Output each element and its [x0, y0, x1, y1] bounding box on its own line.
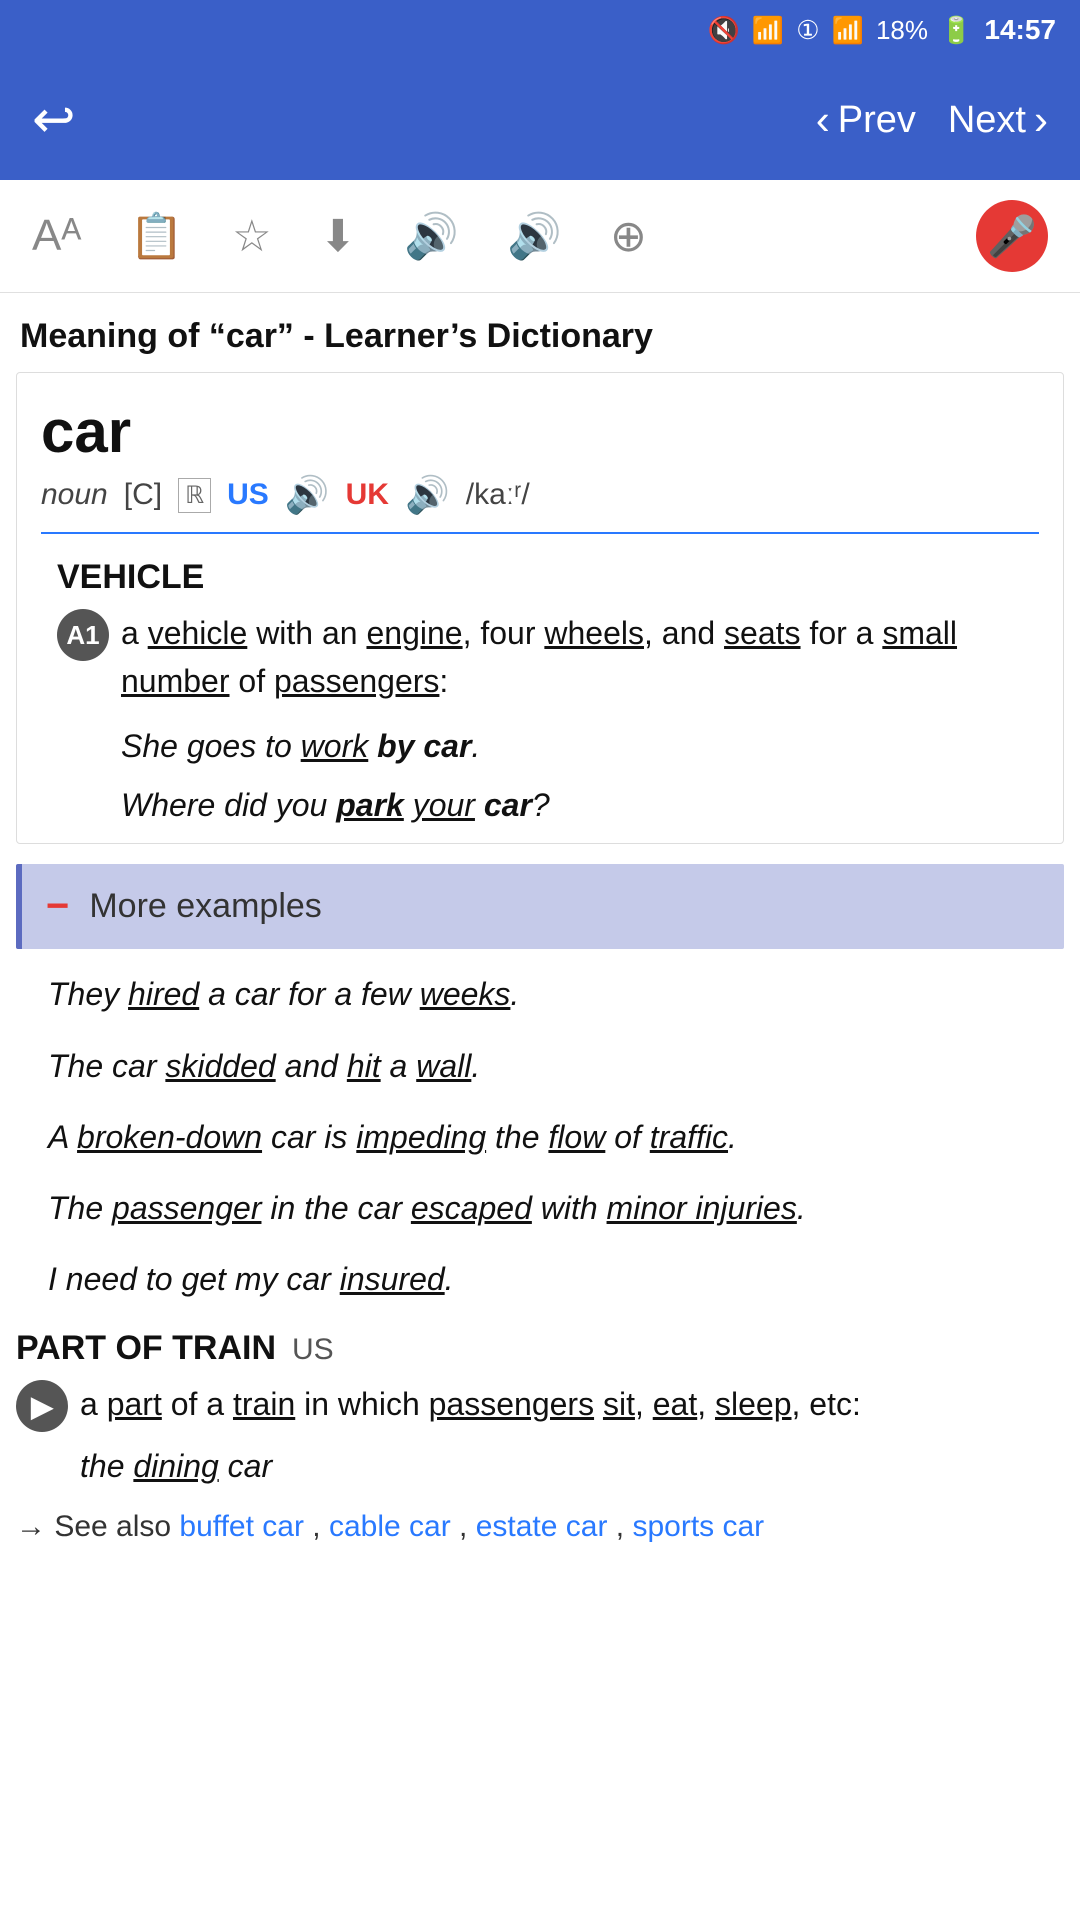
toolbar: Aᴬ 📋 ☆ ⬇ 🔊 🔊 ⊕ 🎤 — [0, 180, 1080, 293]
entry-divider — [41, 532, 1039, 534]
sound-uk-icon[interactable]: 🔊 — [507, 210, 562, 262]
see-also-estate-car[interactable]: estate car — [476, 1510, 608, 1543]
pos-countable: [C] — [124, 478, 162, 512]
prev-next-nav: ‹ Prev Next › — [816, 96, 1048, 144]
prev-label: Prev — [838, 99, 916, 142]
next-label: Next — [948, 99, 1026, 142]
entry-word: car — [41, 397, 1039, 466]
train-def-row: ▶ a part of a train in which passengers … — [16, 1380, 1064, 1432]
more-example-4: The passenger in the car escaped with mi… — [48, 1183, 1064, 1234]
font-size-icon[interactable]: Aᴬ — [32, 211, 81, 261]
uk-label: UK — [346, 478, 389, 512]
download-icon[interactable]: ⬇ — [320, 211, 357, 262]
more-examples-list: They hired a car for a few weeks. The ca… — [48, 969, 1064, 1305]
sound-us-icon[interactable]: 🔊 — [404, 210, 459, 262]
level-badge-arrow: ▶ — [16, 1380, 68, 1432]
prev-button[interactable]: ‹ Prev — [816, 96, 916, 144]
more-example-5: I need to get my car insured. — [48, 1254, 1064, 1305]
status-icons: 🔇 📶 ① 📶 18% 🔋 14:57 — [708, 14, 1056, 46]
bookmark-icon[interactable]: ☆ — [232, 211, 271, 262]
see-also-arrow: → — [16, 1510, 46, 1543]
entry-box: car noun [C] ℝ US 🔊 UK 🔊 /kaːʳ/ VEHICLE … — [16, 372, 1064, 844]
copy-icon[interactable]: 📋 — [129, 210, 184, 262]
next-button[interactable]: Next › — [948, 96, 1048, 144]
more-examples-bar[interactable]: − More examples — [16, 864, 1064, 949]
wifi-icon: 📶 — [752, 15, 784, 46]
example-2: Where did you park your car? — [121, 780, 1023, 831]
see-also-buffet-car[interactable]: buffet car — [179, 1510, 304, 1543]
vehicle-definition: a vehicle with an engine, four wheels, a… — [121, 609, 1023, 705]
pos-text: noun — [41, 478, 108, 512]
train-definition: a part of a train in which passengers si… — [80, 1380, 861, 1428]
back-button[interactable]: ↩ — [32, 90, 76, 150]
more-example-2: The car skidded and hit a wall. — [48, 1041, 1064, 1092]
level-badge-a1: A1 — [57, 609, 109, 661]
mic-icon: 🎤 — [987, 213, 1037, 260]
status-time: 14:57 — [984, 14, 1056, 46]
train-definition-block: ▶ a part of a train in which passengers … — [0, 1380, 1080, 1432]
more-example-3: A broken-down car is impeding the flow o… — [48, 1112, 1064, 1163]
section-train-label: PART OF TRAIN — [16, 1329, 276, 1368]
nav-bar: ↩ ‹ Prev Next › — [0, 60, 1080, 180]
see-also-sports-car[interactable]: sports car — [632, 1510, 764, 1543]
mute-icon: 🔇 — [708, 15, 740, 46]
chevron-left-icon: ‹ — [816, 96, 830, 144]
phonetic: /kaːʳ/ — [466, 478, 530, 512]
us-label: US — [227, 478, 269, 512]
vehicle-definition-block: A1 a vehicle with an engine, four wheels… — [41, 609, 1039, 831]
battery-icon: 🔋 — [940, 15, 972, 46]
section-train-sub: US — [292, 1333, 334, 1367]
vehicle-def-row: A1 a vehicle with an engine, four wheels… — [57, 609, 1023, 705]
more-examples-label: More examples — [89, 887, 321, 926]
uk-sound-icon[interactable]: 🔊 — [405, 474, 450, 516]
symbol-box: ℝ — [178, 478, 211, 513]
status-bar: 🔇 📶 ① 📶 18% 🔋 14:57 — [0, 0, 1080, 60]
see-also: → See also buffet car , cable car , esta… — [16, 1501, 1064, 1552]
battery-text: 18% — [876, 15, 928, 46]
add-icon[interactable]: ⊕ — [610, 211, 647, 262]
example-1: She goes to work by car. — [121, 721, 1023, 772]
page-title: Meaning of “car” - Learner’s Dictionary — [0, 293, 1080, 372]
collapse-icon: − — [46, 884, 69, 929]
sim-icon: ① — [796, 15, 819, 46]
mic-button[interactable]: 🎤 — [976, 200, 1048, 272]
see-also-cable-car[interactable]: cable car — [329, 1510, 451, 1543]
chevron-right-icon: › — [1034, 96, 1048, 144]
section-train: PART OF TRAIN US — [16, 1329, 1064, 1368]
signal-icon: 📶 — [832, 15, 864, 46]
more-example-1: They hired a car for a few weeks. — [48, 969, 1064, 1020]
section-vehicle: VEHICLE — [57, 558, 1023, 597]
entry-pos-row: noun [C] ℝ US 🔊 UK 🔊 /kaːʳ/ — [41, 474, 1039, 516]
vehicle-examples: She goes to work by car. Where did you p… — [121, 721, 1023, 831]
us-sound-icon[interactable]: 🔊 — [285, 474, 330, 516]
train-example: the dining car — [80, 1448, 1064, 1485]
